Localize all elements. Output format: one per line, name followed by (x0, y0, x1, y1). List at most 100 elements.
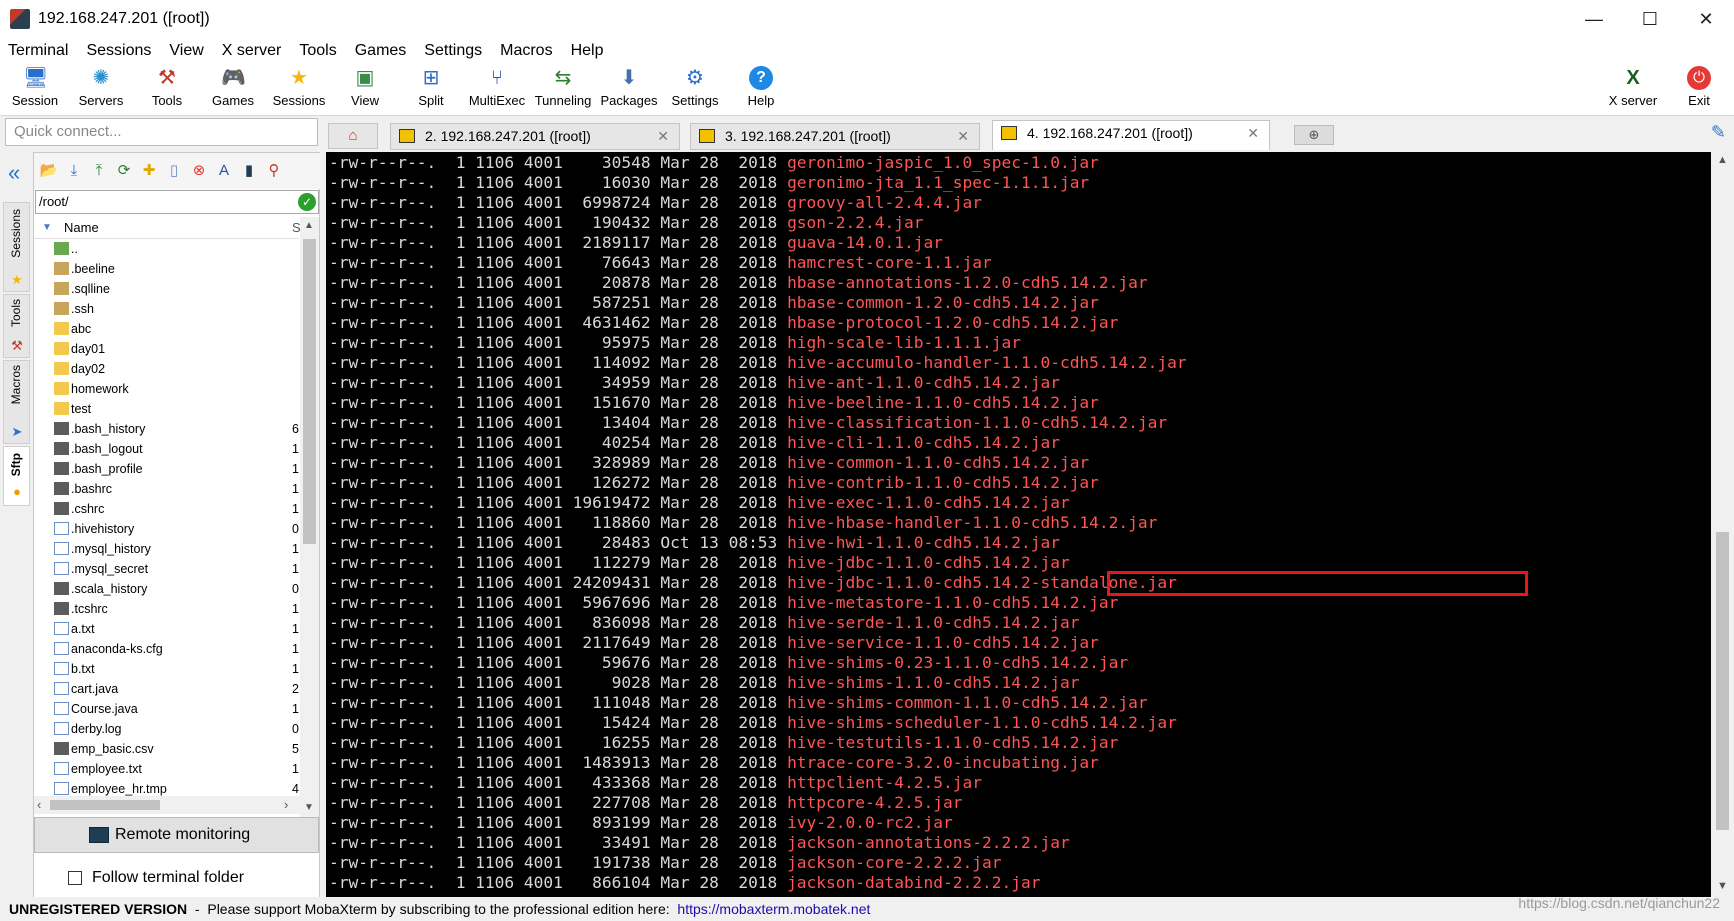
menu-terminal[interactable]: Terminal (8, 42, 68, 60)
menu-games[interactable]: Games (355, 42, 407, 60)
tab-close-icon[interactable]: ✕ (957, 124, 969, 149)
download-icon[interactable]: ⤓ (63, 160, 85, 182)
tab-close-icon[interactable]: ✕ (1247, 121, 1259, 146)
toolbar-games-button[interactable]: 🎮 Games (200, 66, 266, 114)
scroll-right-icon[interactable]: › (284, 797, 288, 812)
toolbar-sessions-button[interactable]: ★ Sessions (266, 66, 332, 114)
sftp-path-input[interactable]: /root/ ✓ (35, 190, 319, 214)
file-list-item[interactable]: Course.java 1 (34, 699, 299, 719)
side-tab-tools[interactable]: Tools ⚒ (3, 294, 30, 358)
scroll-thumb[interactable] (50, 800, 160, 810)
tab-session-3[interactable]: 3. 192.168.247.201 ([root]) ✕ (690, 123, 980, 150)
file-list-item[interactable]: day02 (34, 359, 299, 379)
toolbar-packages-button[interactable]: ⬇ Packages (596, 66, 662, 114)
file-list-item[interactable]: emp_basic.csv 5 (34, 739, 299, 759)
file-icon (54, 562, 69, 575)
file-list-item[interactable]: .bash_profile 1 (34, 459, 299, 479)
toolbar-session-button[interactable]: 🖥 Session (2, 66, 68, 114)
home-tab[interactable]: ⌂ (328, 123, 378, 149)
menu-macros[interactable]: Macros (500, 42, 552, 60)
file-list-item[interactable]: .bashrc 1 (34, 479, 299, 499)
menu-sessions[interactable]: Sessions (86, 42, 151, 60)
rename-icon[interactable]: A (213, 160, 235, 182)
file-list-item[interactable]: .tcshrc 1 (34, 599, 299, 619)
file-list-item[interactable]: .bash_history 6 (34, 419, 299, 439)
side-tab-sftp[interactable]: Sftp ● (3, 446, 30, 506)
file-list-horizontal-scrollbar[interactable]: ‹ › (34, 796, 300, 814)
scroll-up-icon[interactable]: ▲ (1717, 154, 1728, 166)
file-list-item[interactable]: day01 (34, 339, 299, 359)
file-list-item[interactable]: .ssh (34, 299, 299, 319)
file-list-vertical-scrollbar[interactable]: ▲ ▼ (300, 217, 319, 817)
toolbar-x-server-button[interactable]: X X server (1600, 66, 1666, 114)
scroll-down-icon[interactable]: ▼ (1717, 880, 1728, 892)
scroll-up-icon[interactable]: ▲ (304, 220, 314, 231)
file-list-item[interactable]: derby.log 0 (34, 719, 299, 739)
file-list-item[interactable]: .sqlline (34, 279, 299, 299)
minimize-button[interactable]: — (1566, 0, 1622, 38)
toolbar-exit-button[interactable]: ⏻ Exit (1666, 66, 1732, 114)
toolbar-tunneling-button[interactable]: ⇆ Tunneling (530, 66, 596, 114)
file-list-item[interactable]: .beeline (34, 259, 299, 279)
column-name[interactable]: Name (64, 217, 99, 239)
collapse-panel-icon[interactable]: « (8, 160, 20, 186)
file-list-item[interactable]: test (34, 399, 299, 419)
terminal-line: -rw-r--r--. 1 1106 4001 190432 Mar 28 20… (329, 213, 924, 233)
file-list-item[interactable]: homework (34, 379, 299, 399)
file-list-item[interactable]: abc (34, 319, 299, 339)
new-file-icon[interactable]: ▯ (163, 160, 185, 182)
delete-icon[interactable]: ⊗ (188, 160, 210, 182)
refresh-icon[interactable]: ⟳ (113, 160, 135, 182)
maximize-button[interactable]: ☐ (1622, 0, 1678, 38)
remote-monitoring-button[interactable]: Remote monitoring (34, 817, 319, 853)
terminal-folder-icon[interactable]: ▮ (238, 160, 260, 182)
toolbar-view-button[interactable]: ▣ View (332, 66, 398, 114)
side-tab-macros[interactable]: Macros ➤ (3, 360, 30, 444)
menu-x-server[interactable]: X server (222, 42, 282, 60)
mobaxterm-link[interactable]: https://mobaxterm.mobatek.net (677, 901, 870, 917)
file-list-item[interactable]: .scala_history 0 (34, 579, 299, 599)
upload-icon[interactable]: ⤒ (88, 160, 110, 182)
terminal-scrollbar[interactable]: ▲ ▼ (1711, 152, 1734, 897)
menu-view[interactable]: View (169, 42, 203, 60)
menu-settings[interactable]: Settings (424, 42, 482, 60)
file-list-item[interactable]: .mysql_history 1 (34, 539, 299, 559)
file-list-item[interactable]: .. (34, 239, 299, 259)
paperclip-icon[interactable]: ✎ (1711, 122, 1726, 143)
file-list-item[interactable]: .hivehistory 0 (34, 519, 299, 539)
new-tab-button[interactable]: ⊕ (1294, 125, 1334, 145)
checkbox[interactable] (68, 871, 82, 885)
toolbar-multiexec-button[interactable]: ⑂ MultiExec (464, 66, 530, 114)
new-folder-icon[interactable]: ✚ (138, 160, 160, 182)
scroll-left-icon[interactable]: ‹ (37, 797, 41, 812)
open-folder-icon[interactable]: 📂 (38, 160, 60, 182)
file-list-item[interactable]: employee.txt 1 (34, 759, 299, 779)
file-list-item[interactable]: b.txt 1 (34, 659, 299, 679)
follow-terminal-folder-checkbox[interactable]: Follow terminal folder (34, 860, 319, 896)
side-tab-sessions[interactable]: Sessions ★ (3, 202, 30, 292)
toolbar-servers-button[interactable]: ✺ Servers (68, 66, 134, 114)
toolbar-help-button[interactable]: ? Help (728, 66, 794, 114)
scroll-down-icon[interactable]: ▼ (304, 802, 314, 813)
file-list-item[interactable]: anaconda-ks.cfg 1 (34, 639, 299, 659)
tab-session-2[interactable]: 2. 192.168.247.201 ([root]) ✕ (390, 123, 680, 150)
toolbar-settings-button[interactable]: ⚙ Settings (662, 66, 728, 114)
file-list-item[interactable]: .mysql_secret 1 (34, 559, 299, 579)
properties-icon[interactable]: ⚲ (263, 160, 285, 182)
tab-session-4[interactable]: 4. 192.168.247.201 ([root]) ✕ (992, 120, 1270, 150)
file-list-item[interactable]: a.txt 1 (34, 619, 299, 639)
menu-help[interactable]: Help (571, 42, 604, 60)
scroll-thumb[interactable] (1716, 532, 1729, 830)
menu-tools[interactable]: Tools (299, 42, 336, 60)
quick-connect-input[interactable]: Quick connect... (5, 118, 318, 146)
file-list-item[interactable]: cart.java 2 (34, 679, 299, 699)
file-list-item[interactable]: .cshrc 1 (34, 499, 299, 519)
terminal-output[interactable]: -rw-r--r--. 1 1106 4001 30548 Mar 28 201… (326, 152, 1711, 897)
close-window-button[interactable]: ✕ (1678, 0, 1734, 38)
toolbar-split-button[interactable]: ⊞ Split (398, 66, 464, 114)
checkmark-icon[interactable]: ✓ (298, 193, 316, 211)
scroll-thumb[interactable] (303, 239, 316, 544)
tab-close-icon[interactable]: ✕ (657, 124, 669, 149)
file-list-item[interactable]: .bash_logout 1 (34, 439, 299, 459)
toolbar-tools-button[interactable]: ⚒ Tools (134, 66, 200, 114)
